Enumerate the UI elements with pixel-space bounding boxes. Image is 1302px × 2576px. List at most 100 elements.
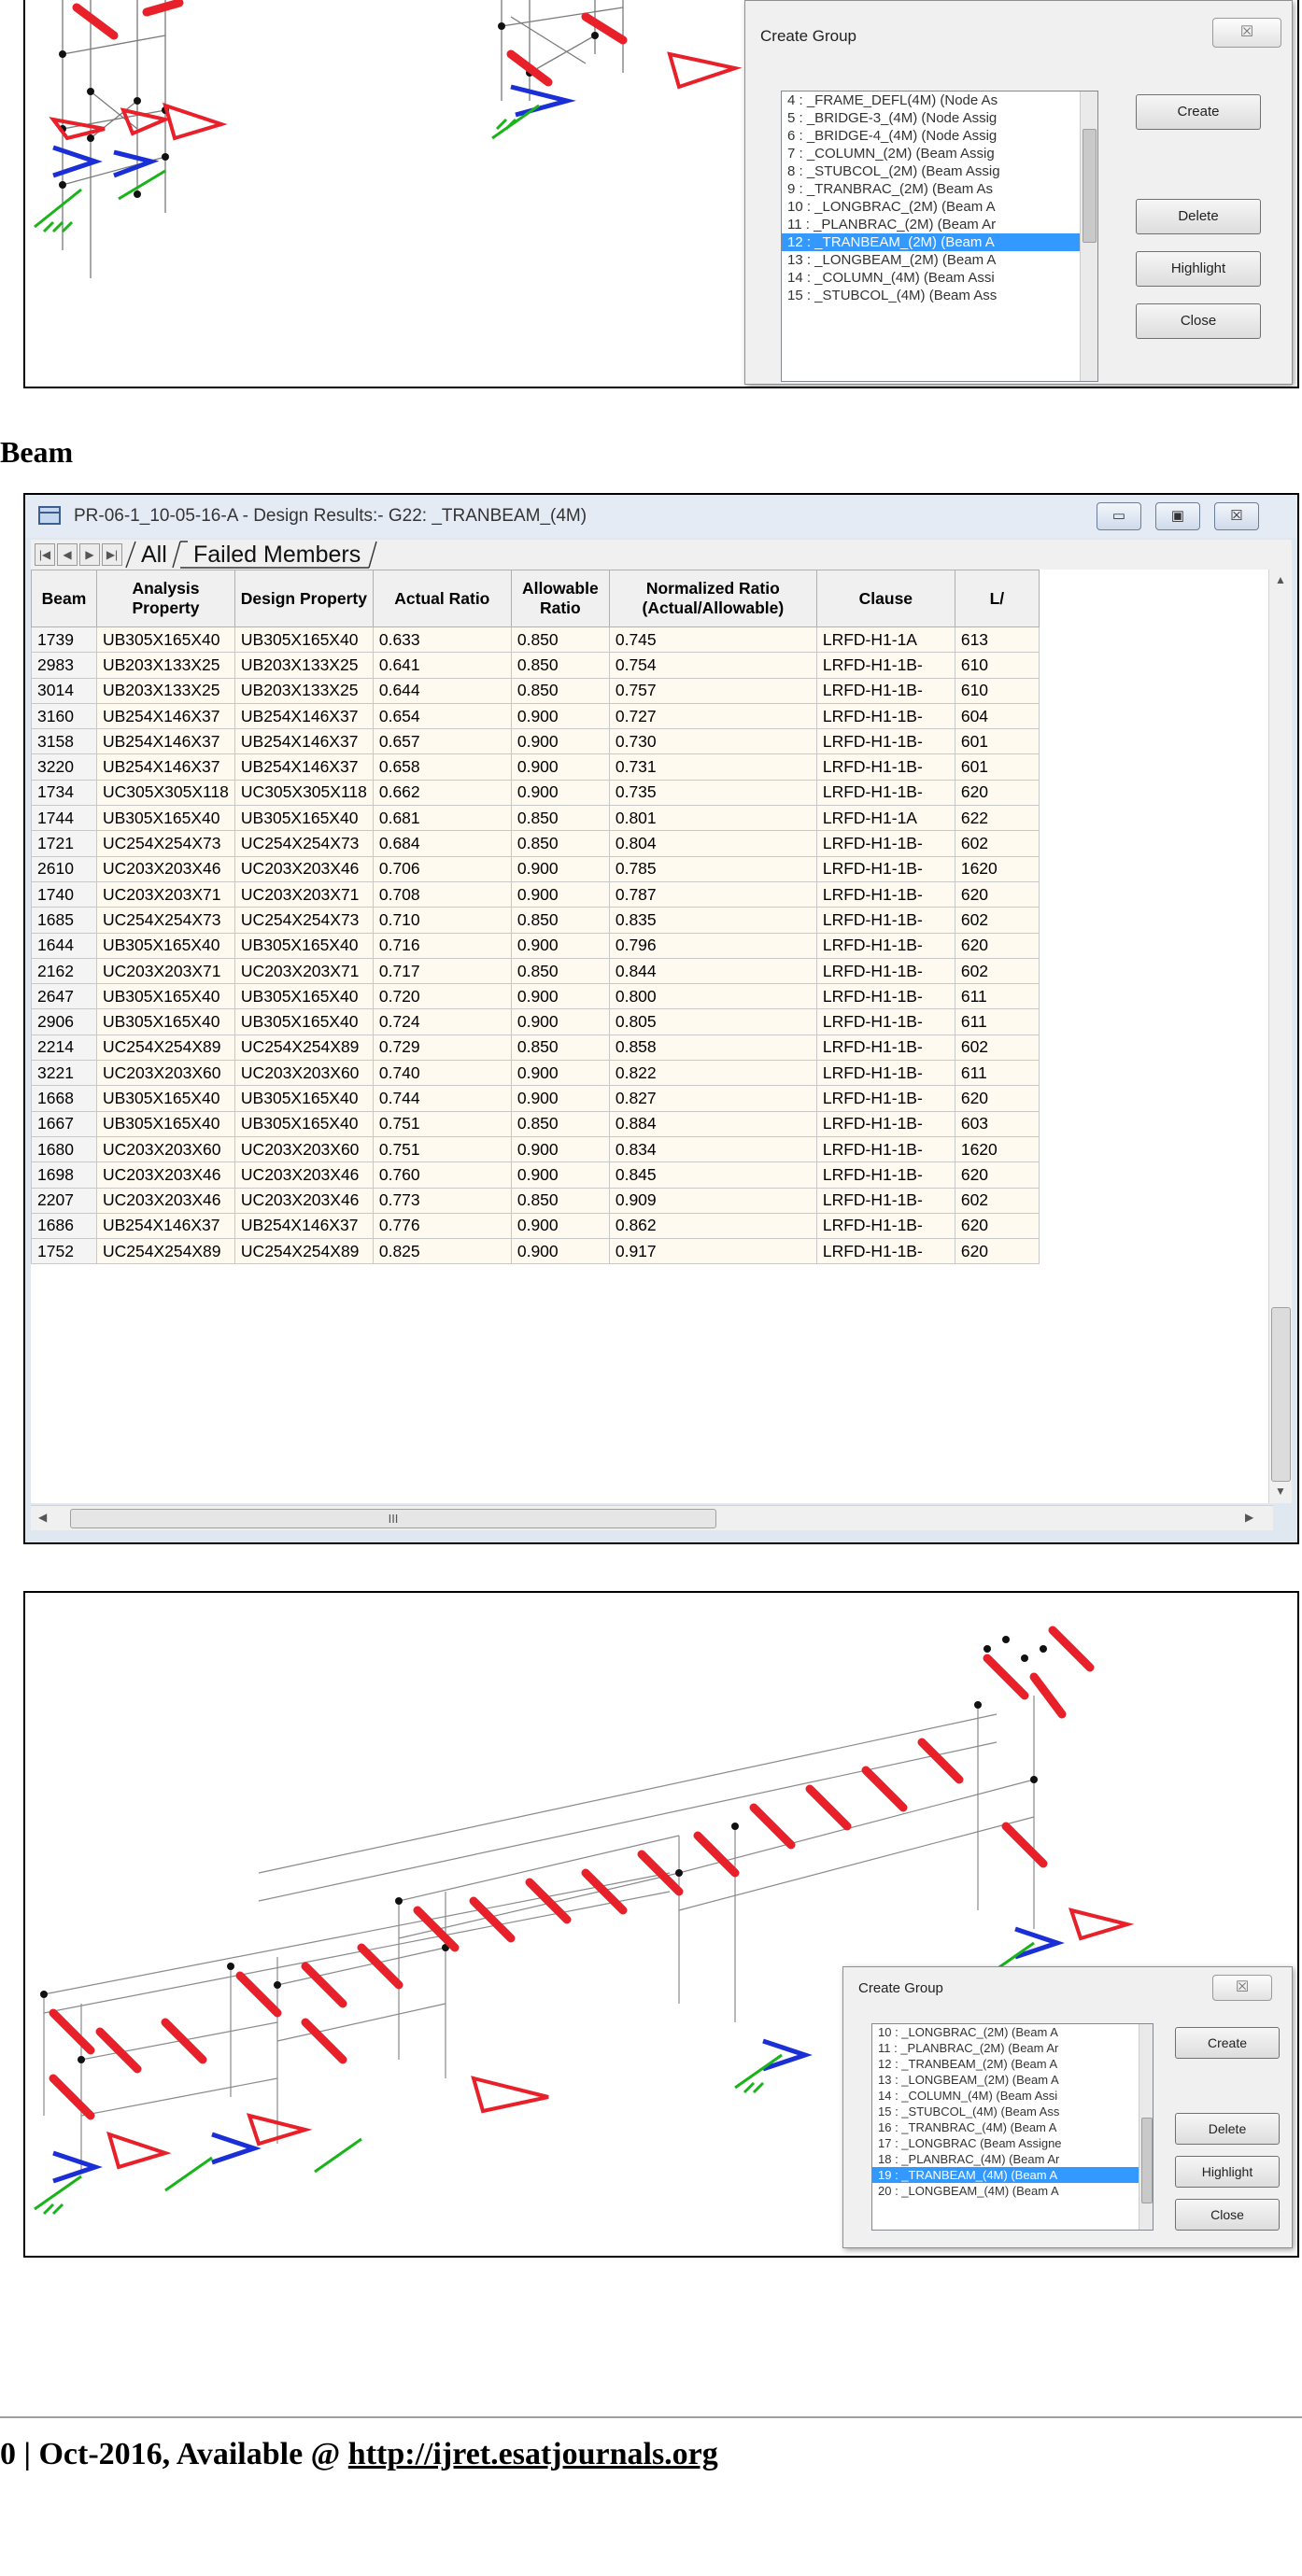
table-row[interactable]: 3220 UB254X146X37 UB254X146X37 0.658 0.900 0.… <box>31 753 1040 781</box>
table-row[interactable]: 3221 UC203X203X60 UC203X203X60 0.740 0.900 0.… <box>31 1060 1040 1087</box>
scroll-down-icon[interactable]: ▼ <box>1275 1485 1286 1498</box>
table-cell: UC254X254X89 <box>96 1238 235 1265</box>
group-list-item[interactable]: 14 : _COLUMN_(4M) (Beam Assi <box>782 269 1097 287</box>
close-icon[interactable]: ☒ <box>1212 1975 1272 2001</box>
group-list-item[interactable]: 11 : _PLANBRAC_(2M) (Beam Ar <box>782 216 1097 233</box>
table-row[interactable]: 1739 UB305X165X40 UB305X165X40 0.633 0.850 0.… <box>31 626 1040 654</box>
journal-link[interactable]: http://ijret.esatjournals.org <box>348 2437 718 2471</box>
group-list-item[interactable]: 15 : _STUBCOL_(4M) (Beam Ass <box>872 2104 1153 2119</box>
table-row[interactable]: 1734 UC305X305X118 UC305X305X118 0.662 0.900… <box>31 779 1040 807</box>
close-button[interactable]: Close <box>1175 2199 1280 2231</box>
group-list-item[interactable]: 18 : _PLANBRAC_(4M) (Beam Ar <box>872 2151 1153 2167</box>
table-cell: 602 <box>954 907 1040 934</box>
group-list-item[interactable]: 19 : _TRANBEAM_(4M) (Beam A <box>872 2167 1153 2183</box>
close-icon[interactable]: ☒ <box>1212 18 1281 48</box>
scroll-left-icon[interactable]: ◀ <box>38 1511 47 1524</box>
group-list-item[interactable]: 10 : _LONGBRAC_(2M) (Beam A <box>782 198 1097 216</box>
table-row[interactable]: 3160 UB254X146X37 UB254X146X37 0.654 0.900 0.… <box>31 702 1040 730</box>
group-list-item[interactable]: 9 : _TRANBRAC_(2M) (Beam As <box>782 180 1097 198</box>
group-list-item[interactable]: 8 : _STUBCOL_(2M) (Beam Assig <box>782 162 1097 180</box>
next-tab-arrow-icon[interactable]: ▶ <box>79 543 100 566</box>
window-titlebar[interactable]: PR-06-1_10-05-16-A - Design Results:- G2… <box>25 495 1297 538</box>
table-row[interactable]: 3158 UB254X146X37 UB254X146X37 0.657 0.900 0.… <box>31 728 1040 755</box>
table-row[interactable]: 1686 UB254X146X37 UB254X146X37 0.776 0.900 0.… <box>31 1212 1040 1240</box>
table-row[interactable]: 1685 UC254X254X73 UC254X254X73 0.710 0.850 0.… <box>31 907 1040 934</box>
group-list-item[interactable]: 5 : _BRIDGE-3_(4M) (Node Assig <box>782 109 1097 127</box>
table-row[interactable]: 2207 UC203X203X46 UC203X203X46 0.773 0.850 0.… <box>31 1187 1040 1214</box>
table-cell: 1668 <box>31 1085 97 1112</box>
delete-button[interactable]: Delete <box>1175 2113 1280 2145</box>
group-list-item[interactable]: 17 : _LONGBRAC (Beam Assigne <box>872 2135 1153 2151</box>
close-button[interactable]: Close <box>1136 303 1261 339</box>
grid-horizontal-scrollbar[interactable]: ◀ III ▶ <box>31 1505 1273 1530</box>
group-list-item[interactable]: 14 : _COLUMN_(4M) (Beam Assi <box>872 2088 1153 2104</box>
group-listbox[interactable]: 10 : _LONGBRAC_(2M) (Beam A 11 : _PLANBRA… <box>871 2023 1153 2231</box>
table-cell: UB254X146X37 <box>234 702 374 730</box>
grid-vertical-scrollbar[interactable]: ▲ ▼ <box>1268 570 1292 1503</box>
column-header[interactable]: Allowable Ratio <box>510 570 610 627</box>
table-row[interactable]: 2983 UB203X133X25 UB203X133X25 0.641 0.850 0.… <box>31 652 1040 679</box>
tab-all[interactable]: All <box>141 540 167 568</box>
scroll-right-icon[interactable]: ▶ <box>1245 1511 1253 1524</box>
close-window-button[interactable]: ☒ <box>1214 502 1259 530</box>
table-cell: 0.834 <box>608 1135 817 1163</box>
restore-button[interactable]: ▣ <box>1155 502 1200 530</box>
create-button[interactable]: Create <box>1175 2027 1280 2059</box>
column-header[interactable]: Clause <box>815 570 955 627</box>
group-list-item[interactable]: 7 : _COLUMN_(2M) (Beam Assig <box>782 145 1097 162</box>
table-cell: 0.850 <box>510 805 610 832</box>
tab-failed-members[interactable]: Failed Members <box>193 540 361 568</box>
listbox-scrollbar[interactable] <box>1080 91 1097 381</box>
group-list-item[interactable]: 11 : _PLANBRAC_(2M) (Beam Ar <box>872 2040 1153 2056</box>
column-header[interactable]: Analysis Property <box>96 570 235 627</box>
delete-button[interactable]: Delete <box>1136 199 1261 234</box>
table-row[interactable]: 2610 UC203X203X46 UC203X203X46 0.706 0.900 0.… <box>31 855 1040 882</box>
prev-tab-arrow-icon[interactable]: ◀ <box>57 543 78 566</box>
highlight-button[interactable]: Highlight <box>1175 2156 1280 2188</box>
group-list-item[interactable]: 12 : _TRANBEAM_(2M) (Beam A <box>872 2056 1153 2072</box>
create-button[interactable]: Create <box>1136 94 1261 130</box>
group-list-item[interactable]: 16 : _TRANBRAC_(4M) (Beam A <box>872 2119 1153 2135</box>
group-list-item[interactable]: 13 : _LONGBEAM_(2M) (Beam A <box>872 2072 1153 2088</box>
structure-figure-top: Create Group ☒ 4 : _FRAME_DEFL(4M) (Node… <box>23 0 1299 388</box>
highlight-button[interactable]: Highlight <box>1136 251 1261 287</box>
group-list-item[interactable]: 20 : _LONGBEAM_(4M) (Beam A <box>872 2183 1153 2199</box>
table-row[interactable]: 1740 UC203X203X71 UC203X203X71 0.708 0.900 0.… <box>31 880 1040 908</box>
group-list-item[interactable]: 6 : _BRIDGE-4_(4M) (Node Assig <box>782 127 1097 145</box>
column-header[interactable]: Beam <box>31 570 97 627</box>
table-row[interactable]: 1680 UC203X203X60 UC203X203X60 0.751 0.900 0.… <box>31 1135 1040 1163</box>
group-list-item[interactable]: 12 : _TRANBEAM_(2M) (Beam A <box>782 233 1097 251</box>
table-row[interactable]: 2162 UC203X203X71 UC203X203X71 0.717 0.850 0.… <box>31 957 1040 985</box>
table-row[interactable]: 1744 UB305X165X40 UB305X165X40 0.681 0.850 0.… <box>31 805 1040 832</box>
create-group-dialog: Create Group ☒ 4 : _FRAME_DEFL(4M) (Node… <box>744 0 1293 385</box>
column-header[interactable]: Actual Ratio <box>372 570 512 627</box>
group-listbox[interactable]: 4 : _FRAME_DEFL(4M) (Node As 5 : _BRIDGE-… <box>781 91 1098 382</box>
listbox-scrollbar[interactable] <box>1139 2024 1153 2230</box>
table-row[interactable]: 1667 UB305X165X40 UB305X165X40 0.751 0.850 0.… <box>31 1110 1040 1137</box>
minimize-button[interactable]: ▭ <box>1097 502 1141 530</box>
table-row[interactable]: 1752 UC254X254X89 UC254X254X89 0.825 0.900 0.… <box>31 1238 1040 1265</box>
table-row[interactable]: 1668 UB305X165X40 UB305X165X40 0.744 0.900 0.… <box>31 1085 1040 1112</box>
first-tab-arrow-icon[interactable]: |◀ <box>35 543 55 566</box>
group-list-item[interactable]: 4 : _FRAME_DEFL(4M) (Node As <box>782 91 1097 109</box>
table-row[interactable]: 2906 UB305X165X40 UB305X165X40 0.724 0.900 0.… <box>31 1008 1040 1035</box>
vertical-scroll-thumb[interactable] <box>1271 1307 1291 1482</box>
group-list-item[interactable]: 13 : _LONGBEAM_(2M) (Beam A <box>782 251 1097 269</box>
column-header[interactable]: L/ <box>954 570 1040 627</box>
group-list-item[interactable]: 10 : _LONGBRAC_(2M) (Beam A <box>872 2024 1153 2040</box>
column-header[interactable]: Normalized Ratio (Actual/Allowable) <box>608 570 817 627</box>
table-row[interactable]: 3014 UB203X133X25 UB203X133X25 0.644 0.850 0.… <box>31 677 1040 704</box>
table-row[interactable]: 2214 UC254X254X89 UC254X254X89 0.729 0.850 0.… <box>31 1034 1040 1062</box>
table-row[interactable]: 1644 UB305X165X40 UB305X165X40 0.716 0.900 0.… <box>31 932 1040 959</box>
table-row[interactable]: 2647 UB305X165X40 UB305X165X40 0.720 0.900 0.… <box>31 983 1040 1010</box>
table-cell: 0.827 <box>608 1085 817 1112</box>
table-row[interactable]: 1698 UC203X203X46 UC203X203X46 0.760 0.900 0.… <box>31 1161 1040 1189</box>
listbox-scroll-thumb[interactable] <box>1083 129 1097 243</box>
listbox-scroll-thumb[interactable] <box>1141 2118 1153 2203</box>
last-tab-arrow-icon[interactable]: ▶| <box>102 543 122 566</box>
table-row[interactable]: 1721 UC254X254X73 UC254X254X73 0.684 0.850 0.… <box>31 830 1040 857</box>
scroll-up-icon[interactable]: ▲ <box>1275 573 1286 586</box>
horizontal-scroll-thumb[interactable]: III <box>70 1509 716 1528</box>
column-header[interactable]: Design Property <box>234 570 374 627</box>
group-list-item[interactable]: 15 : _STUBCOL_(4M) (Beam Ass <box>782 287 1097 304</box>
